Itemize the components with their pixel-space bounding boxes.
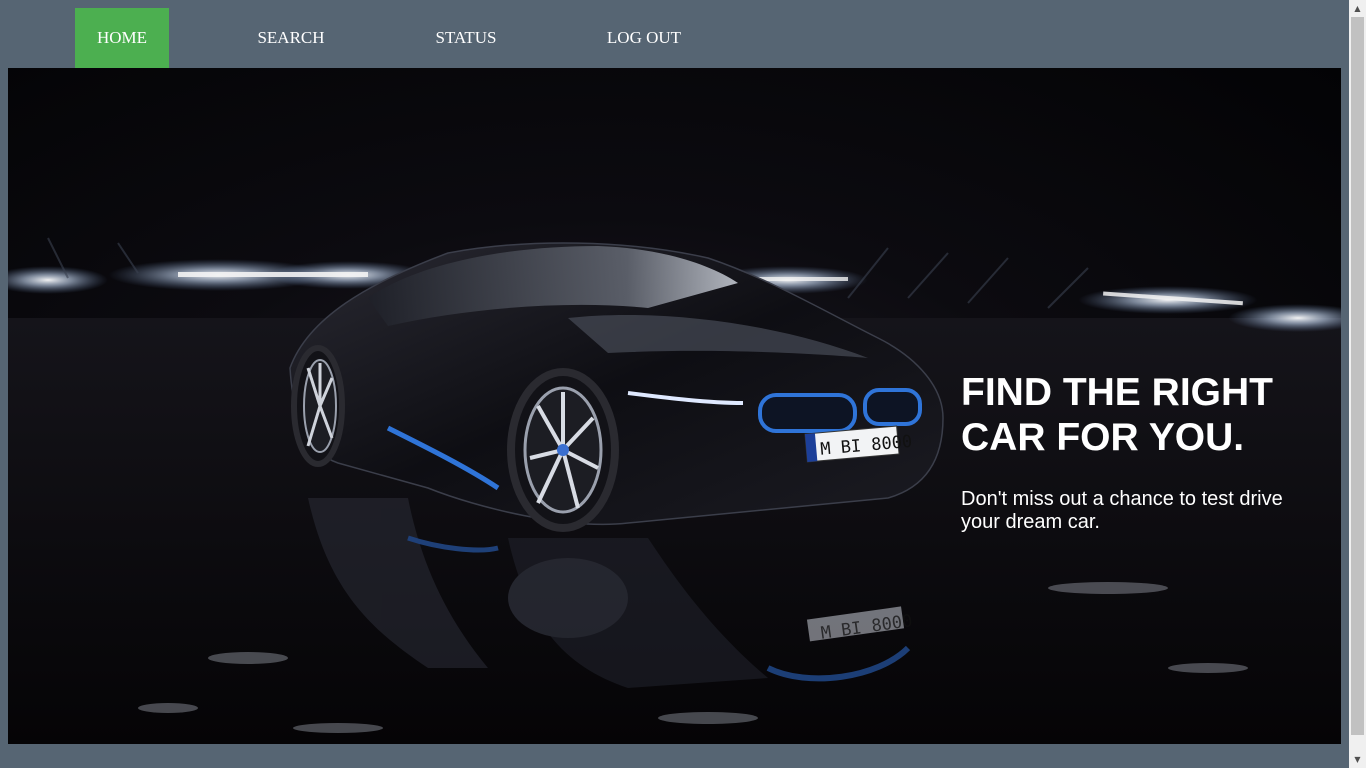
nav-home-link[interactable]: HOME — [75, 8, 169, 68]
page: HOME SEARCH STATUS LOG OUT M BI 8000 M B… — [0, 0, 1366, 768]
top-nav: HOME SEARCH STATUS LOG OUT — [75, 8, 769, 68]
nav-search-link[interactable]: SEARCH — [169, 8, 413, 68]
nav-status-link[interactable]: STATUS — [413, 8, 519, 68]
hero-text-block: FIND THE RIGHT CAR FOR YOU. Don't miss o… — [961, 370, 1301, 534]
hero-subtitle: Don't miss out a chance to test drive yo… — [961, 488, 1283, 533]
vertical-scrollbar[interactable]: ▲ ▼ — [1349, 0, 1366, 768]
nav-logout-link[interactable]: LOG OUT — [519, 8, 769, 68]
hero-banner: M BI 8000 M BI 8000 FIND THE RIGHT CAR F… — [8, 68, 1341, 744]
scrollbar-thumb[interactable] — [1351, 17, 1364, 735]
triangle-up-icon[interactable]: ▲ — [1349, 0, 1366, 17]
rear-wheel — [291, 345, 345, 467]
front-wheel — [507, 368, 619, 532]
hero-title: FIND THE RIGHT CAR FOR YOU. — [961, 371, 1273, 459]
triangle-down-icon[interactable]: ▼ — [1349, 751, 1366, 768]
